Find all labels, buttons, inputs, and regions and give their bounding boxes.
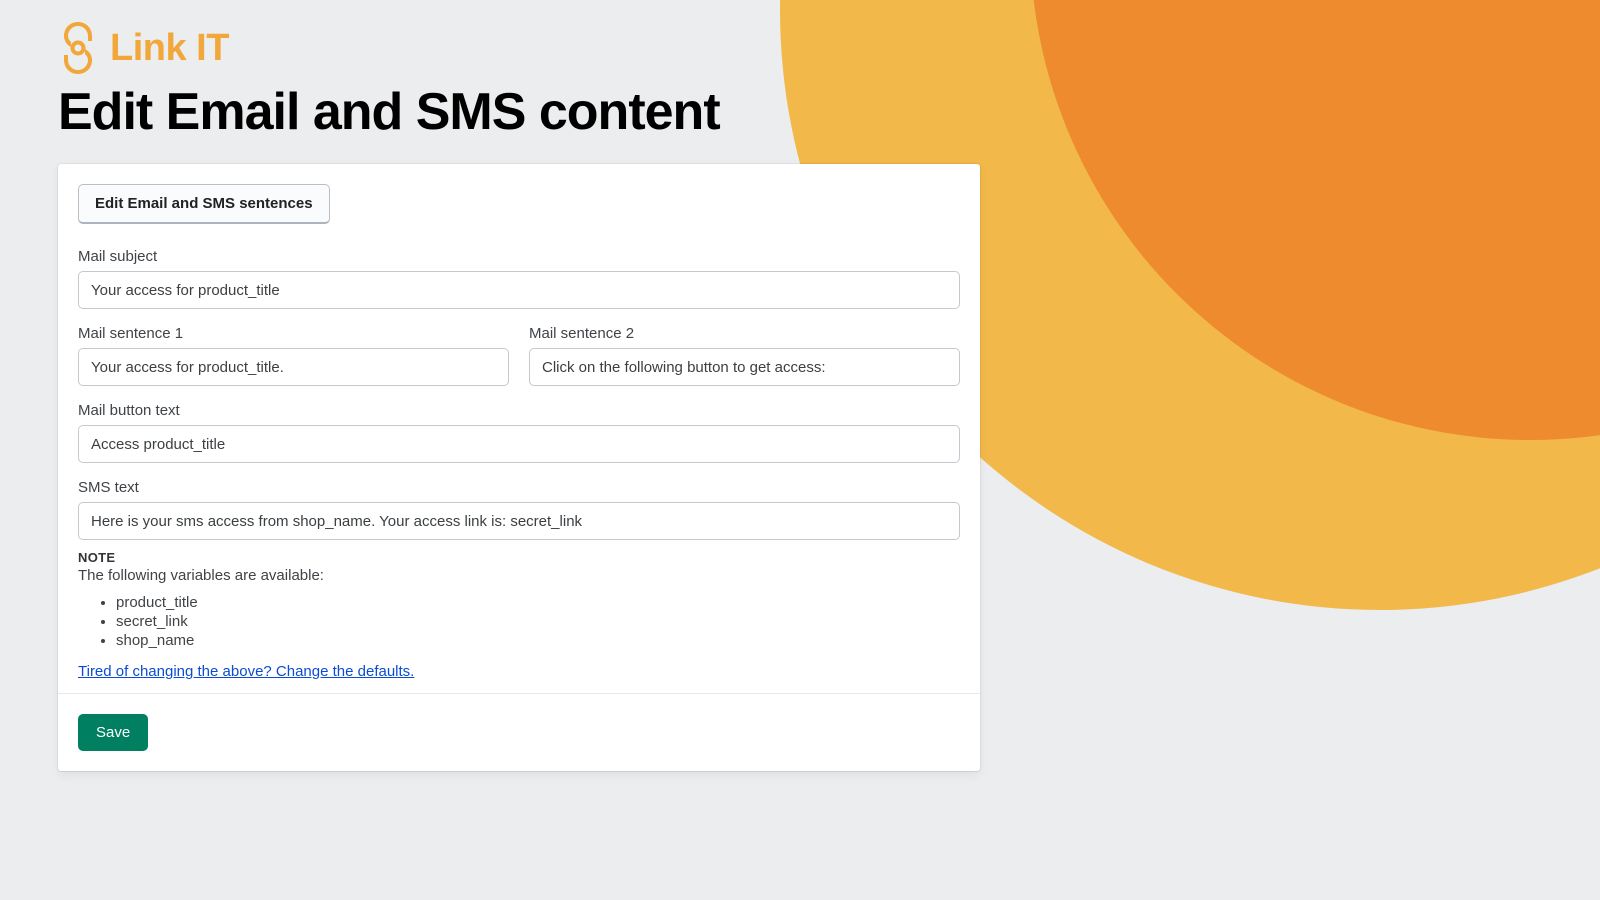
note-title: NOTE xyxy=(78,550,960,565)
edit-sentences-button[interactable]: Edit Email and SMS sentences xyxy=(78,184,330,224)
change-defaults-link[interactable]: Tired of changing the above? Change the … xyxy=(78,663,414,680)
sms-text-label: SMS text xyxy=(78,479,960,496)
brand-name: Link IT xyxy=(110,27,229,70)
mail-subject-input[interactable] xyxy=(78,271,960,309)
save-button[interactable]: Save xyxy=(78,714,148,751)
mail-sentence-1-input[interactable] xyxy=(78,348,509,386)
list-item: secret_link xyxy=(116,613,960,630)
mail-sentence-2-label: Mail sentence 2 xyxy=(529,325,960,342)
mail-sentence-1-label: Mail sentence 1 xyxy=(78,325,509,342)
brand-mark-icon xyxy=(58,20,98,76)
list-item: shop_name xyxy=(116,632,960,649)
form-card: Edit Email and SMS sentences Mail subjec… xyxy=(58,164,980,771)
mail-subject-label: Mail subject xyxy=(78,248,960,265)
page-title: Edit Email and SMS content xyxy=(58,82,1542,142)
sms-text-input[interactable] xyxy=(78,502,960,540)
mail-sentence-2-input[interactable] xyxy=(529,348,960,386)
note-variables-list: product_title secret_link shop_name xyxy=(78,594,960,649)
brand-logo: Link IT xyxy=(58,20,1542,76)
list-item: product_title xyxy=(116,594,960,611)
mail-button-text-label: Mail button text xyxy=(78,402,960,419)
mail-button-text-input[interactable] xyxy=(78,425,960,463)
note-intro: The following variables are available: xyxy=(78,567,960,584)
